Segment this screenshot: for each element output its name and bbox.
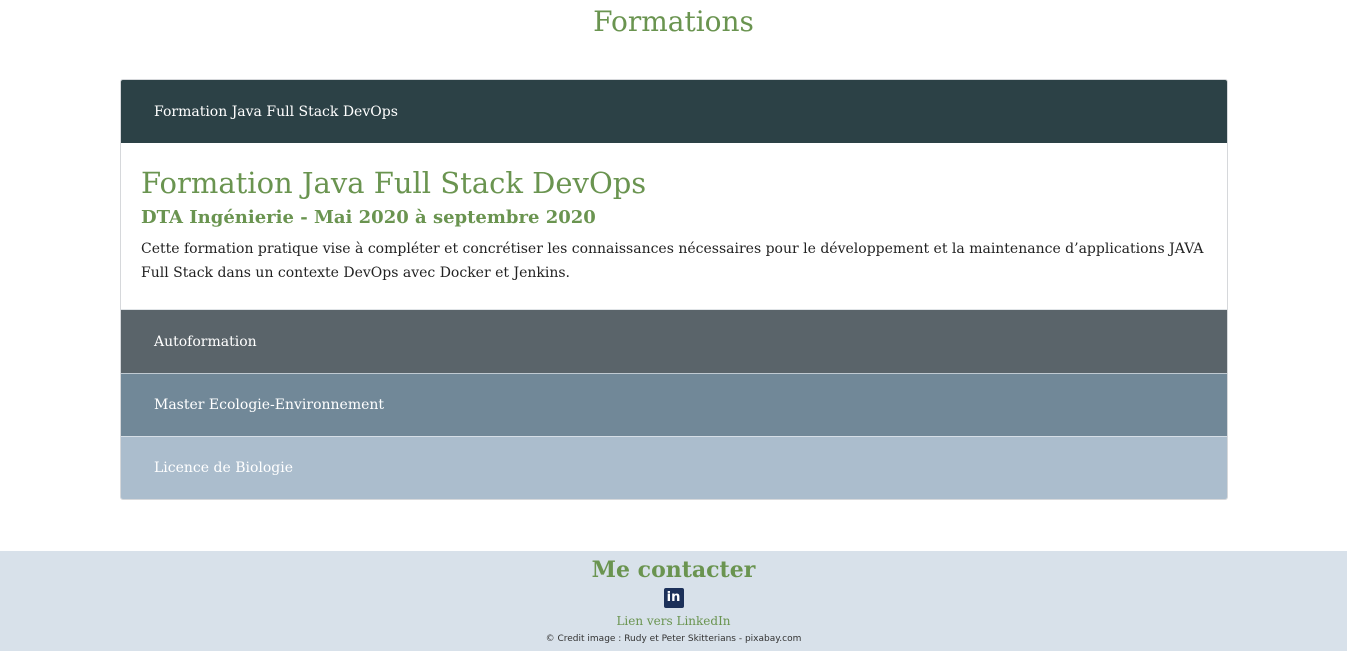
accordion-header-java-devops[interactable]: Formation Java Full Stack DevOps [121,80,1227,143]
accordion-header-master[interactable]: Master Ecologie-Environnement [121,373,1227,436]
accordion-panel-java-devops: Formation Java Full Stack DevOps DTA Ing… [121,143,1227,310]
panel-title: Formation Java Full Stack DevOps [141,166,647,200]
footer: Me contacter in Lien vers LinkedIn © Cre… [0,551,1347,651]
panel-description: Cette formation pratique vise à compléte… [141,241,1204,281]
linkedin-glyph: in [666,590,681,605]
accordion-header-licence[interactable]: Licence de Biologie [121,436,1227,499]
accordion-header-label: Licence de Biologie [154,460,294,476]
formations-accordion: Formation Java Full Stack DevOps Formati… [120,79,1228,500]
accordion-header-autoformation[interactable]: Autoformation [121,310,1227,373]
image-credit: © Credit image : Rudy et Peter Skitteria… [545,634,802,644]
linkedin-link[interactable]: Lien vers LinkedIn [0,613,1347,629]
page-title: Formations [593,5,754,38]
accordion-header-label: Master Ecologie-Environnement [154,397,385,413]
linkedin-icon[interactable]: in [663,588,684,608]
accordion-header-label: Autoformation [154,333,257,350]
accordion-header-label: Formation Java Full Stack DevOps [154,103,398,120]
panel-subtitle: DTA Ingénierie - Mai 2020 à septembre 20… [141,207,596,228]
footer-title: Me contacter [591,557,756,583]
